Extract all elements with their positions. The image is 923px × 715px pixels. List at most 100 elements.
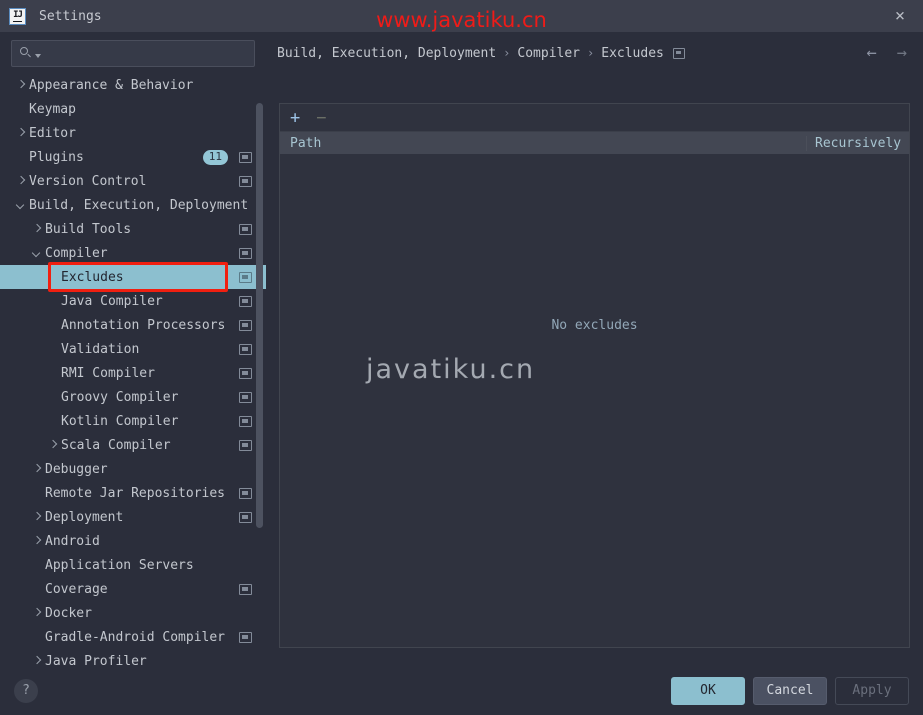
breadcrumb-part[interactable]: Compiler — [517, 46, 580, 61]
sidebar-item-editor[interactable]: Editor — [0, 121, 266, 145]
sidebar-item-version-control[interactable]: Version Control — [0, 169, 266, 193]
chevron-right-icon[interactable] — [32, 512, 43, 523]
sidebar-item-deployment[interactable]: Deployment — [0, 505, 266, 529]
settings-modified-icon — [239, 223, 252, 235]
sidebar-item-label: Editor — [29, 125, 76, 141]
sidebar-item-compiler[interactable]: Compiler — [0, 241, 266, 265]
sidebar-item-label: Build, Execution, Deployment — [29, 197, 249, 213]
search-input[interactable] — [11, 40, 255, 67]
sidebar-item-gradle-android-compiler[interactable]: Gradle-Android Compiler — [0, 625, 266, 649]
chevron-right-icon[interactable] — [16, 176, 27, 187]
chevron-right-icon[interactable] — [32, 656, 43, 667]
breadcrumb: Build, Execution, Deployment › Compiler › Ex… — [267, 33, 923, 73]
settings-modified-icon — [672, 47, 685, 59]
chevron-right-icon[interactable] — [32, 608, 43, 619]
forward-arrow-icon[interactable]: → — [897, 45, 907, 62]
ok-button[interactable]: OK — [671, 676, 745, 705]
dialog-footer: ? OK Cancel Apply — [0, 666, 923, 715]
settings-modified-icon — [239, 343, 252, 355]
sidebar-item-label: Excludes — [61, 269, 124, 285]
sidebar-item-plugins[interactable]: Plugins 11 — [0, 145, 266, 169]
sidebar-item-label: Compiler — [45, 245, 108, 261]
sidebar-item-label: Kotlin Compiler — [61, 413, 179, 429]
settings-modified-icon — [239, 415, 252, 427]
empty-state-text: No excludes — [551, 318, 638, 333]
excludes-toolbar: + − — [280, 104, 909, 132]
sidebar-item-label: Coverage — [45, 581, 108, 597]
search-icon — [20, 47, 33, 60]
sidebar-item-java-profiler[interactable]: Java Profiler — [0, 649, 266, 668]
settings-modified-icon — [239, 247, 252, 259]
chevron-right-icon[interactable] — [32, 224, 43, 235]
chevron-right-icon[interactable] — [48, 440, 59, 451]
cancel-button[interactable]: Cancel — [753, 676, 827, 705]
sidebar-item-kotlin-compiler[interactable]: Kotlin Compiler — [0, 409, 266, 433]
sidebar-item-validation[interactable]: Validation — [0, 337, 266, 361]
sidebar-item-coverage[interactable]: Coverage — [0, 577, 266, 601]
sidebar-item-label: RMI Compiler — [61, 365, 155, 381]
sidebar-item-groovy-compiler[interactable]: Groovy Compiler — [0, 385, 266, 409]
sidebar-item-label: Keymap — [29, 101, 76, 117]
sidebar-item-java-compiler[interactable]: Java Compiler — [0, 289, 266, 313]
sidebar-item-label: Plugins — [29, 149, 84, 165]
sidebar-item-build-execution-deployment[interactable]: Build, Execution, Deployment — [0, 193, 266, 217]
chevron-right-icon[interactable] — [16, 128, 27, 139]
chevron-right-icon[interactable] — [16, 80, 27, 91]
breadcrumb-separator: › — [587, 46, 595, 60]
sidebar-scrollbar[interactable] — [256, 103, 263, 528]
settings-modified-icon — [239, 391, 252, 403]
help-button[interactable]: ? — [14, 678, 38, 703]
sidebar-item-label: Remote Jar Repositories — [45, 485, 226, 501]
search-wrapper — [0, 33, 266, 73]
chevron-down-icon[interactable] — [32, 248, 43, 259]
window-title: Settings — [39, 8, 102, 24]
sidebar-item-keymap[interactable]: Keymap — [0, 97, 266, 121]
sidebar-item-rmi-compiler[interactable]: RMI Compiler — [0, 361, 266, 385]
column-header-recursively[interactable]: Recursively — [807, 136, 909, 151]
chevron-down-icon[interactable] — [35, 54, 41, 58]
breadcrumb-separator: › — [503, 46, 511, 60]
close-icon[interactable]: × — [877, 0, 923, 32]
sidebar-item-label: Android — [45, 533, 100, 549]
sidebar-item-docker[interactable]: Docker — [0, 601, 266, 625]
sidebar-item-label: Annotation Processors — [61, 317, 226, 333]
column-header-path[interactable]: Path — [280, 135, 807, 151]
sidebar-item-label: Java Profiler — [45, 653, 147, 668]
settings-modified-icon — [239, 175, 252, 187]
chevron-right-icon[interactable] — [32, 464, 43, 475]
sidebar-item-label: Groovy Compiler — [61, 389, 179, 405]
breadcrumb-part[interactable]: Build, Execution, Deployment — [277, 46, 496, 61]
sidebar-item-android[interactable]: Android — [0, 529, 266, 553]
settings-modified-icon — [239, 583, 252, 595]
sidebar-item-appearance-behavior[interactable]: Appearance & Behavior — [0, 73, 266, 97]
sidebar-item-label: Deployment — [45, 509, 124, 525]
sidebar-item-remote-jar-repositories[interactable]: Remote Jar Repositories — [0, 481, 266, 505]
sidebar-item-excludes[interactable]: Excludes — [0, 265, 266, 289]
sidebar-item-label: Gradle-Android Compiler — [45, 629, 226, 645]
breadcrumb-part[interactable]: Excludes — [601, 46, 664, 61]
sidebar-item-label: Application Servers — [45, 557, 194, 573]
watermark-center: javatiku.cn — [366, 354, 536, 385]
add-exclude-button[interactable]: + — [290, 109, 300, 126]
sidebar-item-label: Validation — [61, 341, 140, 357]
settings-modified-icon — [239, 295, 252, 307]
back-arrow-icon[interactable]: ← — [867, 45, 877, 62]
nav-arrows: ← → — [867, 45, 908, 62]
sidebar-item-label: Debugger — [45, 461, 108, 477]
settings-tree[interactable]: Appearance & Behavior Keymap Editor Plugins… — [0, 73, 266, 667]
settings-main-panel: Build, Execution, Deployment › Compiler › Ex… — [267, 33, 923, 666]
excludes-table-body[interactable]: No excludes javatiku.cn — [280, 154, 909, 647]
footer-buttons: OK Cancel Apply — [671, 676, 909, 705]
sidebar-item-scala-compiler[interactable]: Scala Compiler — [0, 433, 266, 457]
settings-modified-icon — [239, 631, 252, 643]
sidebar-item-annotation-processors[interactable]: Annotation Processors — [0, 313, 266, 337]
sidebar-item-build-tools[interactable]: Build Tools — [0, 217, 266, 241]
chevron-down-icon[interactable] — [16, 200, 27, 211]
chevron-right-icon[interactable] — [32, 536, 43, 547]
sidebar-item-application-servers[interactable]: Application Servers — [0, 553, 266, 577]
sidebar-item-label: Scala Compiler — [61, 437, 171, 453]
sidebar-item-debugger[interactable]: Debugger — [0, 457, 266, 481]
settings-modified-icon — [239, 367, 252, 379]
title-bar: IJ Settings × — [0, 0, 923, 33]
apply-button: Apply — [835, 676, 909, 705]
